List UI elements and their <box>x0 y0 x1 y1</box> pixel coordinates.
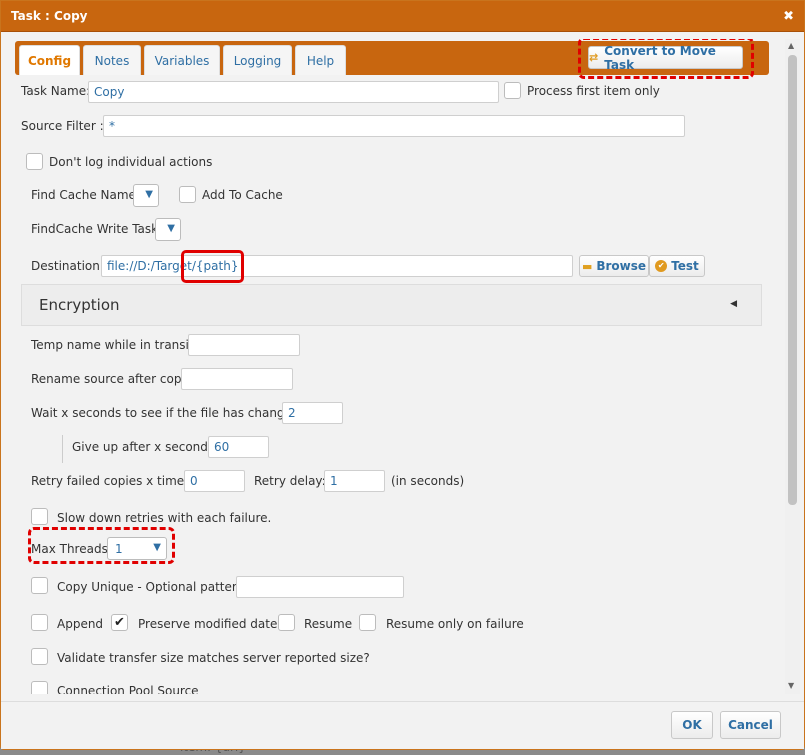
preserve-date-checkbox[interactable]: ✔ <box>111 614 128 631</box>
destination-input[interactable]: file://D:/Target/{path} <box>101 255 573 277</box>
dont-log-label: Don't log individual actions <box>49 155 213 169</box>
temp-name-input[interactable] <box>188 334 300 356</box>
scrollbar-thumb[interactable] <box>788 55 797 505</box>
retry-delay-input[interactable]: 1 <box>324 470 385 492</box>
tab-logging[interactable]: Logging <box>223 45 292 75</box>
max-threads-select[interactable]: 1 ▼ <box>107 537 167 560</box>
resume-label: Resume <box>304 617 353 631</box>
caret-left-icon: ◀ <box>730 299 737 309</box>
findcache-write-select[interactable]: ▼ <box>155 218 181 241</box>
dialog-titlebar: Task : Copy ✖ <box>1 1 804 32</box>
retry-copies-input[interactable]: 0 <box>184 470 245 492</box>
connection-pool-label: Connection Pool Source <box>57 684 199 694</box>
validate-size-checkbox[interactable] <box>31 648 48 665</box>
slow-down-label: Slow down retries with each failure. <box>57 511 272 525</box>
convert-to-move-button[interactable]: ⇄ Convert to Move Task <box>588 43 743 72</box>
convert-to-move-label: Convert to Move Task <box>604 43 716 72</box>
ok-button[interactable]: OK <box>671 711 713 739</box>
give-up-label: Give up after x seconds: <box>72 440 219 454</box>
tab-variables[interactable]: Variables <box>144 45 220 75</box>
scroll-down-icon[interactable]: ▼ <box>788 681 794 690</box>
folder-icon: ▬ <box>581 259 593 273</box>
encryption-title: Encryption <box>39 296 120 314</box>
retry-delay-unit: (in seconds) <box>391 474 465 488</box>
browse-button[interactable]: ▬ Browse <box>579 255 649 277</box>
task-name-input[interactable]: Copy <box>88 81 499 103</box>
vertical-scrollbar[interactable]: ▲ ▼ <box>785 39 800 694</box>
retry-delay-label: Retry delay: <box>254 474 326 488</box>
rename-source-label: Rename source after copy: <box>31 372 192 386</box>
chevron-down-icon: ▼ <box>167 223 175 234</box>
append-checkbox[interactable] <box>31 614 48 631</box>
copy-unique-checkbox[interactable] <box>31 577 48 594</box>
tab-config[interactable]: Config <box>19 45 80 75</box>
connection-pool-checkbox[interactable] <box>31 681 48 694</box>
add-to-cache-checkbox[interactable] <box>179 186 196 203</box>
resume-failure-checkbox[interactable] <box>359 614 376 631</box>
test-label: Test <box>671 259 699 273</box>
close-icon[interactable]: ✖ <box>783 9 794 24</box>
check-circle-icon: ✔ <box>655 260 668 272</box>
config-panel: Config Notes Variables Logging Help ⇄ Co… <box>13 39 785 694</box>
slow-down-checkbox[interactable] <box>31 508 48 525</box>
retry-copies-label: Retry failed copies x times: <box>31 474 195 488</box>
max-threads-value: 1 <box>115 541 123 556</box>
tab-bar: Config Notes Variables Logging Help ⇄ Co… <box>15 41 769 75</box>
test-button[interactable]: ✔ Test <box>649 255 705 277</box>
find-cache-label: Find Cache Name: <box>31 188 140 202</box>
wait-seconds-label: Wait x seconds to see if the file has ch… <box>31 406 304 420</box>
indent-line <box>62 435 63 463</box>
source-filter-input[interactable]: * <box>103 115 685 137</box>
chevron-down-icon: ▼ <box>153 542 161 553</box>
browse-label: Browse <box>596 259 647 273</box>
scroll-up-icon[interactable]: ▲ <box>788 41 794 50</box>
find-cache-select[interactable]: ▼ <box>133 184 159 207</box>
process-first-checkbox[interactable] <box>504 82 521 99</box>
task-dialog: Task : Copy ✖ Config Notes Variables Log… <box>0 0 805 750</box>
process-first-label: Process first item only <box>527 84 660 98</box>
give-up-input[interactable]: 60 <box>208 436 269 458</box>
rename-source-input[interactable] <box>181 368 293 390</box>
resume-checkbox[interactable] <box>278 614 295 631</box>
dialog-footer: OK Cancel <box>1 701 804 749</box>
resume-failure-label: Resume only on failure <box>386 617 524 631</box>
cancel-button[interactable]: Cancel <box>720 711 781 739</box>
validate-size-label: Validate transfer size matches server re… <box>57 651 370 665</box>
max-threads-label: Max Threads: <box>31 542 112 556</box>
add-to-cache-label: Add To Cache <box>202 188 283 202</box>
source-filter-label: Source Filter : <box>21 119 104 133</box>
exchange-icon: ⇄ <box>589 51 599 64</box>
encryption-section-header[interactable]: Encryption ◀ <box>21 284 762 326</box>
destination-label: Destination: <box>31 259 104 273</box>
findcache-write-label: FindCache Write Task: <box>31 222 163 236</box>
tab-notes[interactable]: Notes <box>83 45 141 75</box>
tab-help[interactable]: Help <box>295 45 346 75</box>
append-label: Append <box>57 617 104 631</box>
checkmark-icon: ✔ <box>114 615 125 630</box>
task-name-label: Task Name: <box>21 84 91 98</box>
copy-unique-label: Copy Unique - Optional pattern: <box>57 580 249 594</box>
dialog-title: Task : Copy <box>11 9 88 23</box>
chevron-down-icon: ▼ <box>145 189 153 200</box>
temp-name-label: Temp name while in transit: <box>31 338 198 352</box>
preserve-date-label: Preserve modified date <box>138 617 278 631</box>
dont-log-checkbox[interactable] <box>26 153 43 170</box>
wait-seconds-input[interactable]: 2 <box>282 402 343 424</box>
copy-unique-input[interactable] <box>236 576 404 598</box>
